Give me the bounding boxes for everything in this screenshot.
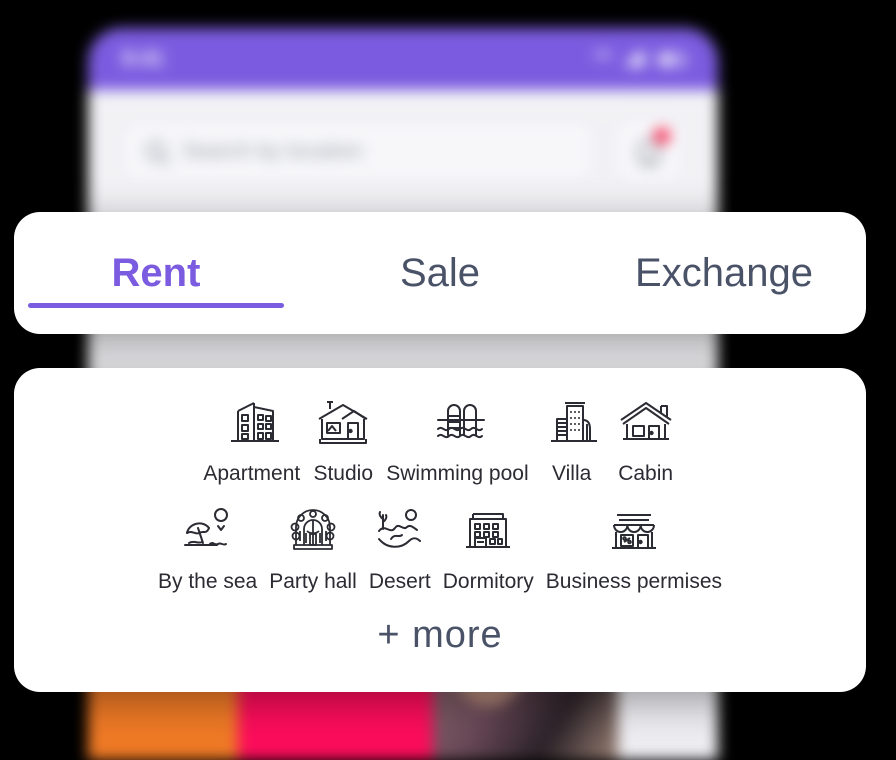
notifications-button[interactable] bbox=[612, 116, 686, 186]
storefront-icon bbox=[603, 500, 665, 558]
battery-icon bbox=[658, 52, 687, 66]
category-label: Villa bbox=[551, 462, 592, 485]
tab-active-underline bbox=[28, 303, 284, 308]
category-swimming-pool[interactable]: Swimming pool bbox=[380, 392, 534, 486]
notification-badge bbox=[654, 128, 670, 144]
category-row-1: Apartment Studio Swimming pool Villa Cab… bbox=[14, 368, 866, 486]
apartment-building-icon bbox=[221, 392, 283, 450]
category-cabin[interactable]: Cabin bbox=[609, 392, 683, 486]
category-apartment[interactable]: Apartment bbox=[197, 392, 306, 486]
tab-sale-label: Sale bbox=[399, 250, 481, 295]
category-studio[interactable]: Studio bbox=[306, 392, 380, 486]
status-bar-clock: 9:41 bbox=[122, 47, 165, 70]
desert-dunes-icon bbox=[369, 500, 431, 558]
category-row-2: By the sea Party hall Desert Dormitory B… bbox=[14, 486, 866, 594]
search-input[interactable]: Search by location bbox=[120, 118, 596, 184]
tab-rent[interactable]: Rent bbox=[14, 212, 298, 334]
category-label: Cabin bbox=[618, 462, 674, 485]
category-label: Dormitory bbox=[442, 570, 534, 593]
tab-rent-label: Rent bbox=[111, 250, 201, 295]
tab-bar-card: Rent Sale Exchange bbox=[14, 212, 866, 334]
category-party-hall[interactable]: Party hall bbox=[263, 500, 363, 594]
cabin-house-icon bbox=[615, 392, 677, 450]
category-by-the-sea[interactable]: By the sea bbox=[152, 500, 263, 594]
category-label: Business permises bbox=[545, 570, 723, 593]
category-label: Swimming pool bbox=[386, 462, 529, 485]
show-more-button[interactable]: + more bbox=[14, 614, 866, 657]
studio-house-icon bbox=[312, 392, 374, 450]
category-dormitory[interactable]: Dormitory bbox=[437, 500, 540, 594]
category-villa[interactable]: Villa bbox=[535, 392, 609, 486]
dormitory-building-icon bbox=[457, 500, 519, 558]
search-icon bbox=[146, 141, 166, 161]
category-picker-card: Apartment Studio Swimming pool Villa Cab… bbox=[14, 368, 866, 692]
category-label: By the sea bbox=[157, 570, 258, 593]
category-label: Desert bbox=[368, 570, 431, 593]
cellular-signal-icon bbox=[626, 52, 644, 66]
status-bar: 9:41 bbox=[88, 28, 718, 90]
swimming-pool-icon bbox=[426, 392, 488, 450]
tab-sale[interactable]: Sale bbox=[298, 212, 582, 334]
category-label: Studio bbox=[313, 462, 374, 485]
wifi-icon bbox=[594, 52, 612, 58]
tab-exchange-label: Exchange bbox=[635, 250, 813, 295]
villa-tower-icon bbox=[541, 392, 603, 450]
screenshot-root: 9:41 Search by location Rent Sale Exchan… bbox=[0, 0, 896, 760]
tab-bar: Rent Sale Exchange bbox=[14, 212, 866, 334]
party-hall-icon bbox=[282, 500, 344, 558]
status-bar-icons bbox=[594, 52, 687, 66]
tab-exchange[interactable]: Exchange bbox=[582, 212, 866, 334]
category-business-permises[interactable]: Business permises bbox=[540, 500, 728, 594]
search-placeholder: Search by location bbox=[182, 138, 363, 163]
category-label: Apartment bbox=[203, 462, 301, 485]
search-row: Search by location bbox=[88, 90, 718, 186]
category-desert[interactable]: Desert bbox=[363, 500, 437, 594]
beach-parasol-icon bbox=[177, 500, 239, 558]
category-label: Party hall bbox=[269, 570, 357, 593]
